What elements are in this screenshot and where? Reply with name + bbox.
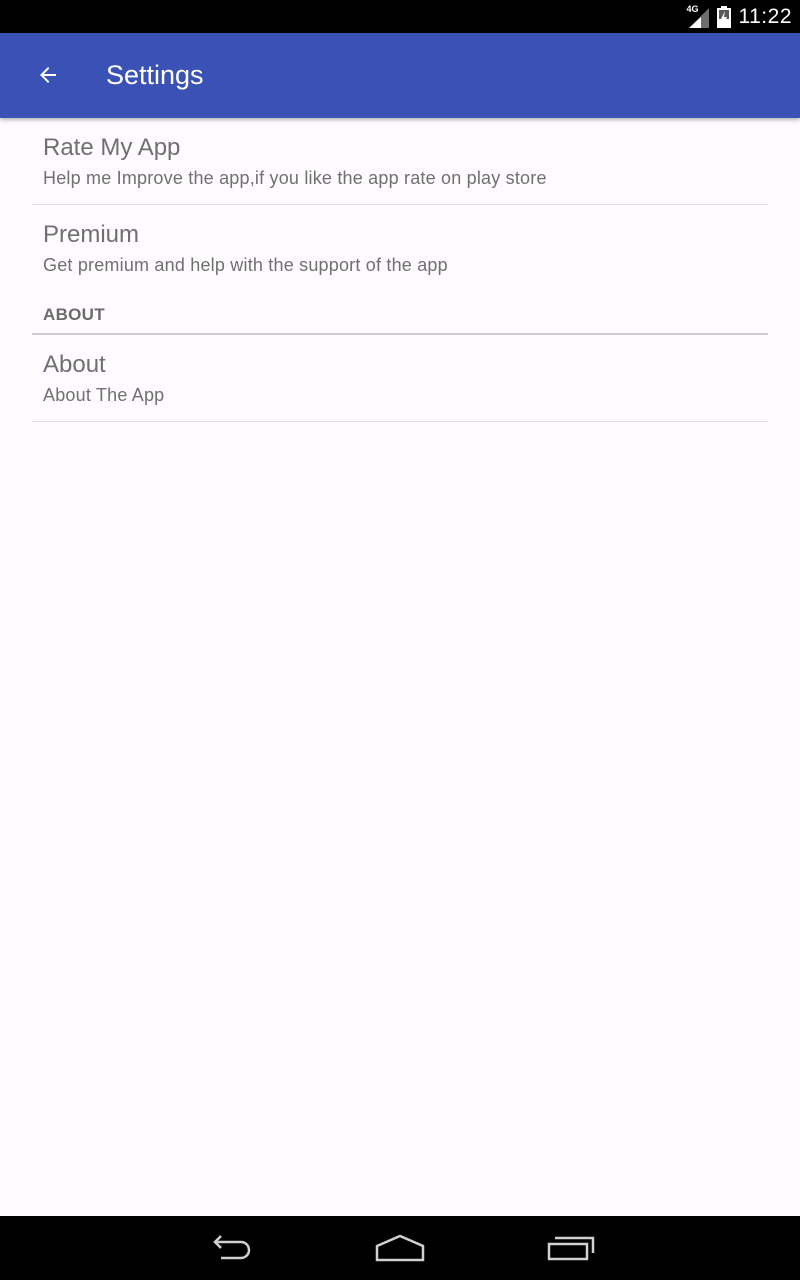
nav-recents-button[interactable] xyxy=(521,1216,621,1280)
status-bar: 4G 11:22 xyxy=(0,0,800,33)
back-button[interactable] xyxy=(20,47,76,103)
pref-summary: Get premium and help with the support of… xyxy=(43,255,448,275)
status-clock: 11:22 xyxy=(738,4,792,28)
pref-summary: About The App xyxy=(43,385,165,405)
settings-list: Rate My App Help me Improve the app,if y… xyxy=(32,118,768,422)
nav-back-icon xyxy=(213,1235,251,1260)
nav-recents-icon xyxy=(547,1236,595,1261)
pref-title: Rate My App xyxy=(43,134,181,161)
nav-home-button[interactable] xyxy=(350,1216,450,1280)
pref-premium[interactable]: Premium Get premium and help with the su… xyxy=(32,205,768,291)
network-type-label: 4G xyxy=(686,3,699,14)
status-icons: 4G 11:22 xyxy=(687,0,793,33)
pref-title: Premium xyxy=(43,221,140,248)
pref-rate-my-app[interactable]: Rate My App Help me Improve the app,if y… xyxy=(32,118,768,205)
nav-home-icon xyxy=(375,1234,425,1262)
arrow-back-icon xyxy=(40,67,56,83)
pref-about[interactable]: About About The App xyxy=(32,335,768,422)
navigation-bar xyxy=(0,1216,800,1280)
category-header-about: ABOUT xyxy=(32,291,768,335)
nav-back-button[interactable] xyxy=(180,1216,280,1280)
battery-icon xyxy=(716,5,731,28)
pref-summary: Help me Improve the app,if you like the … xyxy=(43,168,547,188)
app-bar: Settings xyxy=(0,33,800,118)
category-title: ABOUT xyxy=(43,305,105,324)
page-title: Settings xyxy=(106,60,204,90)
pref-title: About xyxy=(43,351,106,378)
signal-icon: 4G xyxy=(686,3,709,28)
